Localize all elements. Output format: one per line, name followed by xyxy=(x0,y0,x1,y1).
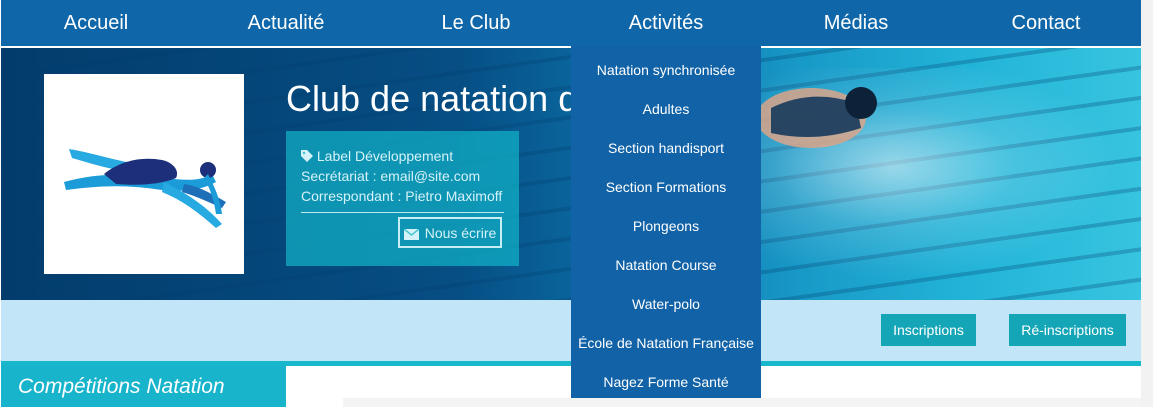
menu-item-water-polo[interactable]: Water-polo xyxy=(571,296,761,312)
menu-item-section-formations[interactable]: Section Formations xyxy=(571,179,761,195)
write-us-label: Nous écrire xyxy=(424,224,497,241)
page-title: Club de natation de xyxy=(286,78,599,119)
nav-item-activites[interactable]: Activités xyxy=(571,0,761,46)
page-scroll-gutter xyxy=(1141,0,1153,407)
nav-item-le-club[interactable]: Le Club xyxy=(381,0,571,46)
menu-item-adultes[interactable]: Adultes xyxy=(571,101,761,117)
swimmer-logo-icon xyxy=(64,149,226,228)
info-divider xyxy=(301,212,504,213)
reinscriptions-button[interactable]: Ré-inscriptions xyxy=(1009,314,1126,346)
nav-item-accueil[interactable]: Accueil xyxy=(1,0,191,46)
correspondant-text: Correspondant : Pietro Maximoff xyxy=(301,188,503,204)
menu-item-ecole-natation-francaise[interactable]: École de Natation Française xyxy=(571,335,761,351)
tag-icon xyxy=(301,149,313,162)
menu-item-natation-synchronisee[interactable]: Natation synchronisée xyxy=(571,62,761,78)
menu-item-plongeons[interactable]: Plongeons xyxy=(571,218,761,234)
nav-item-actualite[interactable]: Actualité xyxy=(191,0,381,46)
page-frame: Accueil Actualité Le Club Activités Médi… xyxy=(1,0,1141,407)
nav-item-contact[interactable]: Contact xyxy=(951,0,1141,46)
secretariat-text: Secrétariat : email@site.com xyxy=(301,168,481,184)
activites-dropdown-menu: Natation synchronisée Adultes Section ha… xyxy=(571,46,761,398)
menu-item-section-handisport[interactable]: Section handisport xyxy=(571,140,761,156)
nav-item-medias[interactable]: Médias xyxy=(761,0,951,46)
club-logo xyxy=(44,74,244,274)
label-line: Label Développement xyxy=(301,148,453,164)
label-text: Label Développement xyxy=(316,148,454,164)
main-nav: Accueil Actualité Le Club Activités Médi… xyxy=(1,0,1141,48)
club-info-card: Label Développement Secrétariat : email@… xyxy=(286,131,519,266)
menu-item-nagez-forme-sante[interactable]: Nagez Forme Santé xyxy=(571,374,761,390)
content-area xyxy=(343,398,1141,407)
menu-item-natation-course[interactable]: Natation Course xyxy=(571,257,761,273)
swimmer-photo xyxy=(761,87,877,148)
inscriptions-button[interactable]: Inscriptions xyxy=(881,314,976,346)
envelope-icon xyxy=(403,227,420,240)
competitions-heading[interactable]: Compétitions Natation xyxy=(1,366,286,407)
write-us-button[interactable]: Nous écrire xyxy=(398,217,502,248)
